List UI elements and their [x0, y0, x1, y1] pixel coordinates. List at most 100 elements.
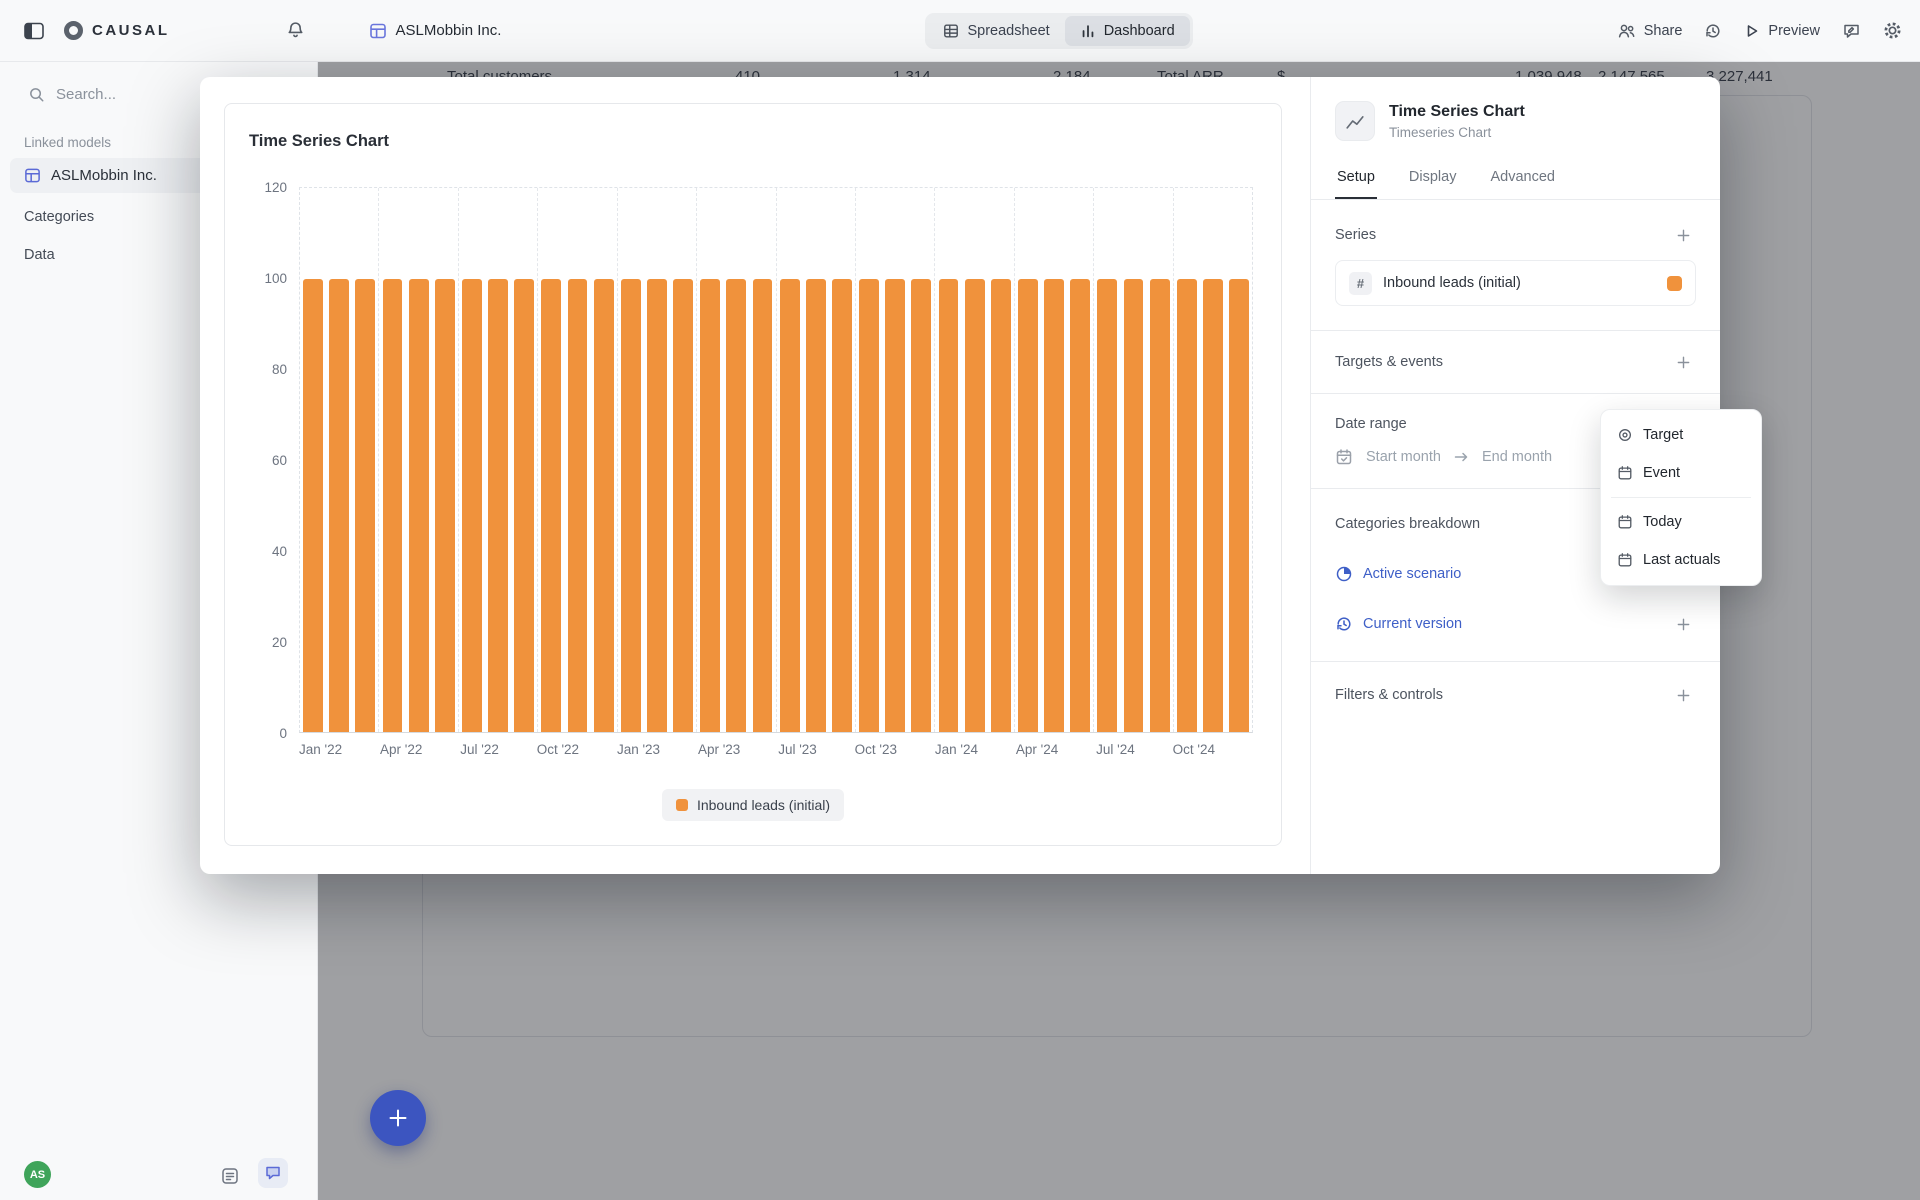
x-tick-label [1077, 742, 1096, 760]
tab-setup[interactable]: Setup [1335, 161, 1377, 199]
series-section-header: Series [1335, 222, 1696, 248]
filters-controls-label: Filters & controls [1335, 687, 1443, 703]
divider [1311, 393, 1720, 394]
y-tick-label: 40 [272, 544, 287, 558]
add-current-version-button[interactable] [1670, 611, 1696, 637]
chart-legend: Inbound leads (initial) [225, 789, 1281, 821]
user-avatar[interactable]: AS [24, 1161, 51, 1188]
dropdown-item-today[interactable]: Today [1607, 503, 1755, 541]
x-tick-label: Jan '24 [935, 742, 978, 760]
changelog-icon[interactable] [220, 1166, 240, 1186]
dropdown-item-last-actuals[interactable]: Last actuals [1607, 541, 1755, 579]
x-tick-label [1135, 742, 1154, 760]
notifications-bell-icon[interactable] [286, 21, 305, 40]
chart-editor-modal: Time Series Chart 020406080100120 Jan '2… [200, 77, 1720, 874]
chart-bar-slot [485, 188, 511, 732]
chart-card: Time Series Chart 020406080100120 Jan '2… [224, 103, 1282, 846]
chart-bar [488, 279, 508, 732]
feedback-chat-icon[interactable] [1842, 22, 1861, 40]
x-tick-label [817, 742, 836, 760]
model-grid-icon [369, 22, 387, 40]
x-tick-label [441, 742, 460, 760]
x-tick-label: Oct '22 [537, 742, 579, 760]
tab-display[interactable]: Display [1407, 161, 1459, 199]
x-tick-label [897, 742, 916, 760]
add-fab-button[interactable] [370, 1090, 426, 1146]
x-tick-label [1234, 742, 1253, 760]
document-title: ASLMobbin Inc. [396, 22, 502, 39]
calendar-icon [1617, 465, 1633, 481]
dropdown-item-label: Event [1643, 465, 1680, 481]
chart-bar [541, 279, 561, 732]
chart-bar [462, 279, 482, 732]
scenario-icon [1335, 565, 1353, 583]
add-filter-button[interactable] [1670, 682, 1696, 708]
chart-bar-slot [882, 188, 908, 732]
add-target-event-button[interactable] [1670, 349, 1696, 375]
dropdown-separator [1611, 497, 1751, 498]
x-tick-label [759, 742, 778, 760]
history-icon[interactable] [1704, 22, 1722, 40]
chart-area: 020406080100120 Jan '22Apr '22Jul '22Oct… [243, 187, 1253, 760]
chart-bar [753, 279, 773, 732]
dropdown-item-event[interactable]: Event [1607, 454, 1755, 492]
dashboard-tab[interactable]: Dashboard [1065, 16, 1190, 46]
chart-bar [911, 279, 931, 732]
legend-item[interactable]: Inbound leads (initial) [662, 789, 844, 821]
causal-logo-text: CAUSAL [92, 22, 170, 39]
chart-plot [299, 187, 1253, 733]
hash-icon: # [1349, 272, 1372, 295]
start-month-field[interactable]: Start month [1366, 449, 1441, 465]
spreadsheet-tab[interactable]: Spreadsheet [928, 16, 1064, 46]
x-tick-label [660, 742, 679, 760]
end-month-field[interactable]: End month [1482, 449, 1552, 465]
x-tick-label [916, 742, 935, 760]
chart-bar [1203, 279, 1223, 732]
chart-bar [939, 279, 959, 732]
divider [1311, 661, 1720, 662]
dropdown-item-label: Target [1643, 427, 1683, 443]
chart-bar-slot [537, 188, 564, 732]
chart-bar [1229, 279, 1249, 732]
chart-bar [832, 279, 852, 732]
chart-bar [965, 279, 985, 732]
chart-plot-column: Jan '22Apr '22Jul '22Oct '22Jan '23Apr '… [299, 187, 1253, 760]
chart-bar-slot [1226, 188, 1252, 732]
chart-bar [621, 279, 641, 732]
chart-bar [1150, 279, 1170, 732]
targets-section-header: Targets & events [1335, 349, 1696, 375]
chart-bar-slot [564, 188, 590, 732]
series-row-inbound-leads[interactable]: # Inbound leads (initial) [1335, 260, 1696, 306]
calendar-check-icon [1335, 448, 1353, 466]
chart-bar [859, 279, 879, 732]
active-scenario-link[interactable]: Active scenario [1335, 565, 1461, 583]
x-tick-label [1154, 742, 1173, 760]
chart-bar-slot [1067, 188, 1093, 732]
chart-bar [1097, 279, 1117, 732]
chart-bar-slot [829, 188, 855, 732]
causal-logo[interactable]: CAUSAL [64, 21, 170, 40]
chart-bar-slot [378, 188, 405, 732]
series-color-swatch[interactable] [1667, 276, 1682, 291]
x-tick-label [518, 742, 537, 760]
dropdown-item-target[interactable]: Target [1607, 416, 1755, 454]
tab-advanced[interactable]: Advanced [1488, 161, 1557, 199]
chart-bar-slot [326, 188, 352, 732]
document-title-group[interactable]: ASLMobbin Inc. [369, 22, 502, 40]
y-tick-label: 100 [264, 271, 287, 285]
add-series-button[interactable] [1670, 222, 1696, 248]
preview-button[interactable]: Preview [1744, 23, 1820, 39]
support-chat-icon[interactable] [258, 1158, 288, 1188]
settings-gear-icon[interactable] [1883, 21, 1902, 40]
x-tick-label: Jul '23 [778, 742, 817, 760]
sidebar-toggle-icon[interactable] [24, 22, 44, 40]
chart-bar [568, 279, 588, 732]
calendar-icon [1617, 514, 1633, 530]
chart-bar-slot [988, 188, 1014, 732]
chart-bar [991, 279, 1011, 732]
chart-bar [383, 279, 403, 732]
share-button[interactable]: Share [1617, 22, 1683, 40]
current-version-link[interactable]: Current version [1335, 615, 1462, 633]
chart-bar-slot [855, 188, 882, 732]
chart-bar-slot [908, 188, 934, 732]
